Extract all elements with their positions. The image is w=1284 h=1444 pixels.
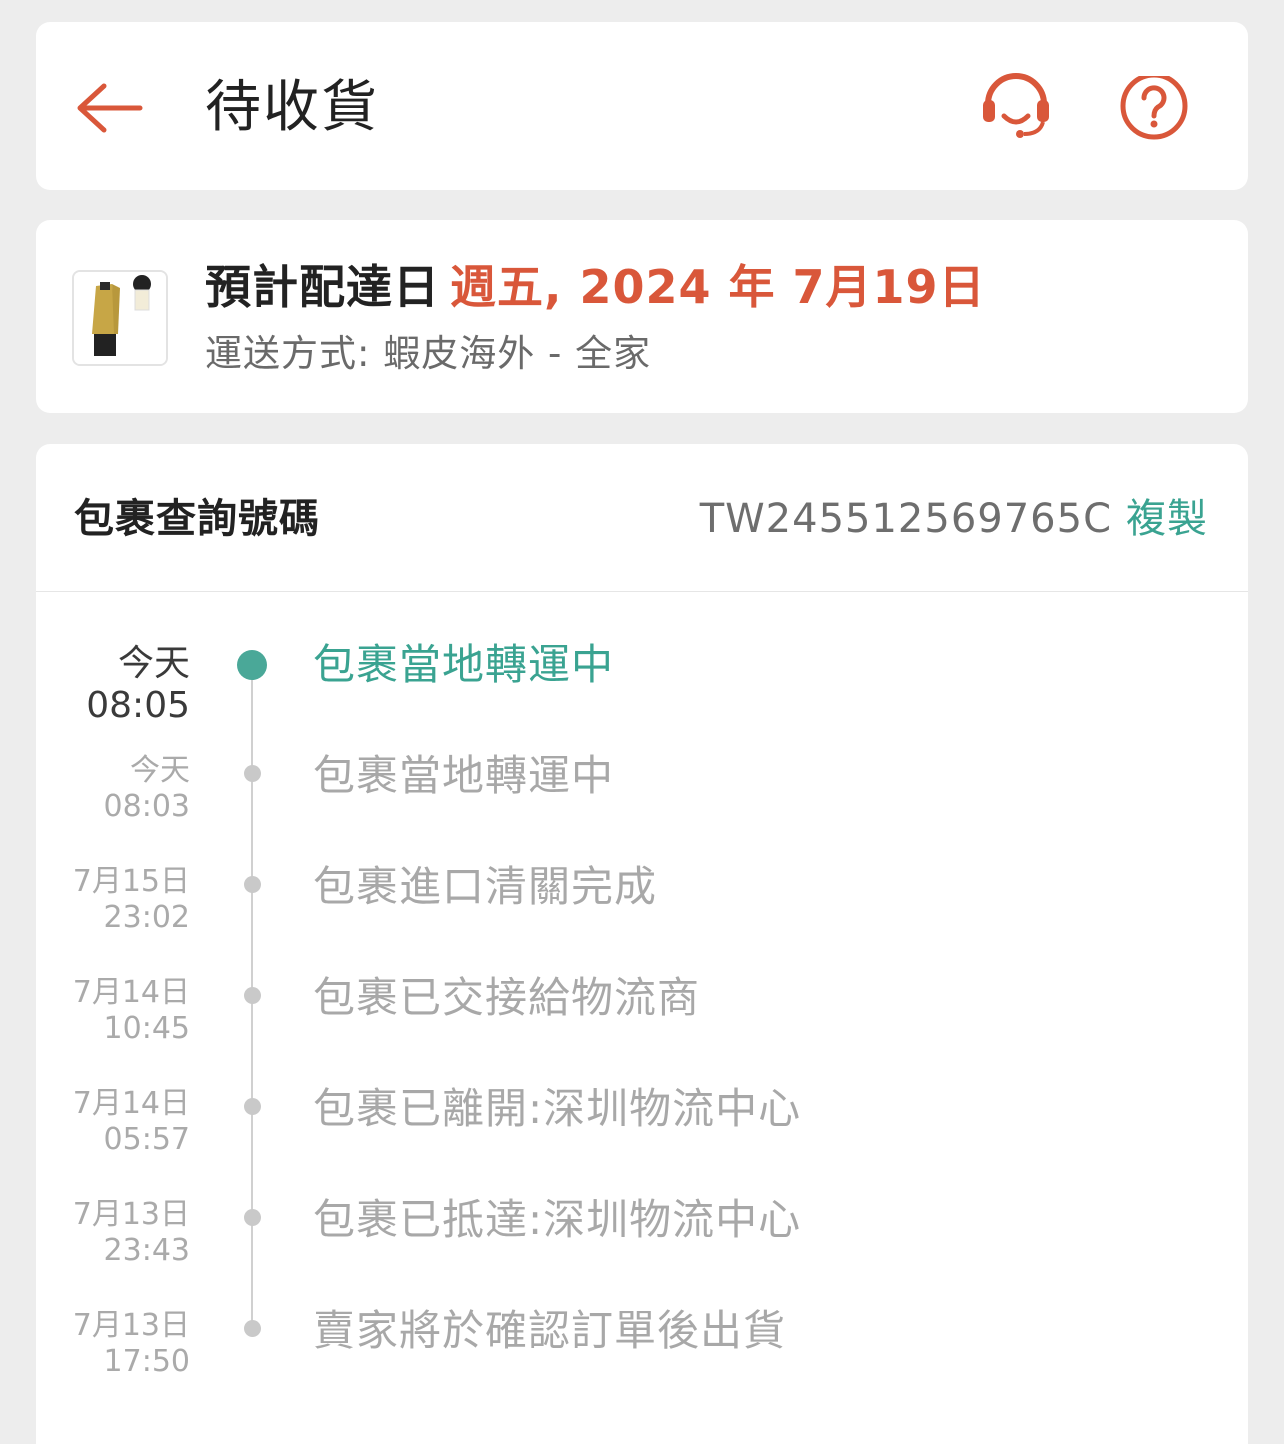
event-status: 包裹已交接給物流商 (313, 973, 701, 1022)
headset-icon (983, 73, 1049, 138)
event-date: 7月15日 (72, 864, 190, 899)
question-circle-icon (1120, 72, 1188, 140)
event-date: 7月13日 (72, 1197, 190, 1232)
tracking-number: TW245512569765C (699, 496, 1112, 542)
timeline-dot (244, 765, 261, 782)
estimated-delivery: 預計配達日 週五, 2024 年 7月19日 (205, 256, 986, 318)
eta-label: 預計配達日 (205, 260, 440, 314)
timeline-dot (244, 876, 261, 893)
event-time: 05:57 (103, 1122, 190, 1157)
timeline-dot (244, 1098, 261, 1115)
timeline-dot (244, 1320, 261, 1337)
customer-support-button[interactable] (978, 72, 1054, 142)
tracking-card (36, 444, 1248, 1444)
timeline-dot-active (237, 650, 267, 680)
event-time: 08:03 (103, 789, 190, 824)
tracking-number-label: 包裹查詢號碼 (74, 496, 320, 542)
product-thumbnail (72, 270, 168, 366)
event-time: 23:43 (103, 1233, 190, 1268)
event-status: 包裹進口清關完成 (313, 862, 658, 911)
event-time: 17:50 (103, 1344, 190, 1379)
event-date: 7月14日 (72, 975, 190, 1010)
event-status: 包裹當地轉運中 (313, 751, 615, 800)
event-status: 包裹當地轉運中 (313, 640, 615, 689)
event-date: 今天 (117, 643, 190, 684)
back-button[interactable] (74, 78, 144, 138)
timeline-dot (244, 1209, 261, 1226)
arrow-left-icon (77, 83, 143, 133)
event-date: 7月13日 (72, 1308, 190, 1343)
event-status: 包裹已離開:深圳物流中心 (313, 1084, 802, 1133)
event-date: 今天 (130, 753, 190, 788)
divider (36, 591, 1248, 592)
help-button[interactable] (1118, 72, 1190, 148)
eta-date: 週五, 2024 年 7月19日 (450, 260, 986, 314)
copy-button[interactable]: 複製 (1126, 492, 1208, 546)
page-title: 待收貨 (205, 75, 379, 140)
event-time: 08:05 (86, 685, 190, 726)
timeline-dot (244, 987, 261, 1004)
event-time: 23:02 (103, 900, 190, 935)
event-date: 7月14日 (72, 1086, 190, 1121)
event-status: 包裹已抵達:深圳物流中心 (313, 1195, 802, 1244)
event-time: 10:45 (103, 1011, 190, 1046)
shipping-method: 運送方式: 蝦皮海外 - 全家 (205, 332, 652, 375)
event-status: 賣家將於確認訂單後出貨 (313, 1306, 787, 1355)
